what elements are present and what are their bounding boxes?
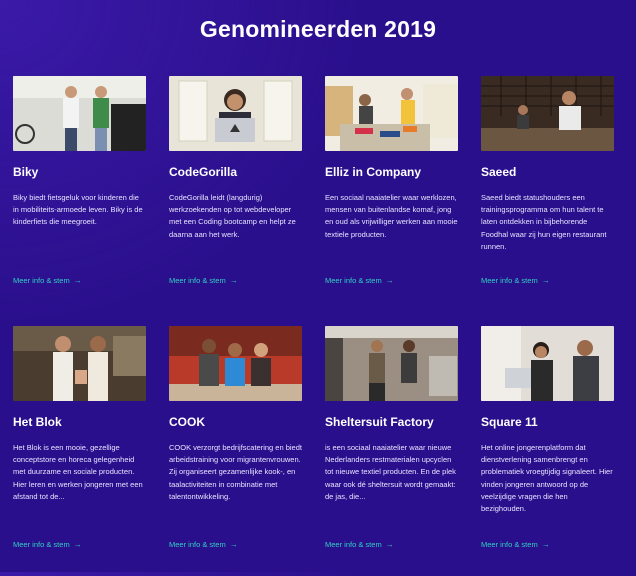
arrow-right-icon: → — [385, 276, 394, 285]
more-info-vote-link[interactable]: Meer info & stem → — [481, 540, 550, 549]
card-description: Het online jongerenplatform dat dienstve… — [481, 443, 613, 514]
more-info-vote-link[interactable]: Meer info & stem → — [169, 276, 238, 285]
nominee-card: COOK COOK verzorgt bedrijfscatering en b… — [169, 326, 302, 576]
card-title: Sheltersuit Factory — [325, 415, 434, 429]
card-title: Saeed — [481, 165, 517, 179]
arrow-right-icon: → — [385, 540, 394, 549]
link-label: Meer info & stem — [325, 276, 382, 285]
arrow-right-icon: → — [73, 276, 82, 285]
card-description: COOK verzorgt bedrijfscatering en biedt … — [169, 443, 302, 501]
more-info-vote-link[interactable]: Meer info & stem → — [325, 540, 394, 549]
link-label: Meer info & stem — [481, 540, 538, 549]
card-title: Het Blok — [13, 415, 62, 429]
more-info-vote-link[interactable]: Meer info & stem → — [481, 276, 550, 285]
link-label: Meer info & stem — [13, 540, 70, 549]
card-title: Elliz in Company — [325, 165, 422, 179]
card-photo[interactable] — [481, 326, 614, 401]
nominee-card: Saeed Saeed biedt statushouders een trai… — [481, 76, 614, 326]
card-title: CodeGorilla — [169, 165, 238, 179]
card-photo[interactable] — [13, 326, 146, 401]
card-description: Biky biedt fietsgeluk voor kinderen die … — [13, 193, 143, 227]
card-photo[interactable] — [481, 76, 614, 151]
nominee-card: Square 11 Het online jongerenplatform da… — [481, 326, 614, 576]
card-photo[interactable] — [169, 326, 302, 401]
nominee-card: Biky Biky biedt fietsgeluk voor kinderen… — [13, 76, 146, 326]
nominees-grid: Biky Biky biedt fietsgeluk voor kinderen… — [13, 76, 614, 576]
nominee-card: Het Blok Het Blok is een mooie, gezellig… — [13, 326, 146, 576]
nominee-card: CodeGorilla CodeGorilla leidt (langdurig… — [169, 76, 302, 326]
arrow-right-icon: → — [73, 540, 82, 549]
card-description: Een sociaal naaiatelier waar werklozen, … — [325, 193, 458, 239]
more-info-vote-link[interactable]: Meer info & stem → — [13, 276, 82, 285]
link-label: Meer info & stem — [481, 276, 538, 285]
card-description: Het Blok is een mooie, gezellige concept… — [13, 443, 143, 501]
card-photo[interactable] — [169, 76, 302, 151]
page-title: Genomineerden 2019 — [199, 16, 437, 42]
nominee-card: Sheltersuit Factory is een sociaal naaia… — [325, 326, 458, 576]
card-photo[interactable] — [325, 76, 458, 151]
link-label: Meer info & stem — [325, 540, 382, 549]
card-description: is een sociaal naaiatelier waar nieuwe N… — [325, 443, 456, 501]
card-title: Biky — [13, 165, 39, 179]
card-photo[interactable] — [325, 326, 458, 401]
arrow-right-icon: → — [541, 276, 550, 285]
more-info-vote-link[interactable]: Meer info & stem → — [13, 540, 82, 549]
arrow-right-icon: → — [541, 540, 550, 549]
arrow-right-icon: → — [229, 540, 238, 549]
more-info-vote-link[interactable]: Meer info & stem → — [325, 276, 394, 285]
card-photo[interactable] — [13, 76, 146, 151]
link-label: Meer info & stem — [13, 276, 70, 285]
card-title: Square 11 — [481, 415, 538, 429]
link-label: Meer info & stem — [169, 540, 226, 549]
card-description: CodeGorilla leidt (langdurig) werkzoeken… — [169, 193, 296, 239]
nominee-card: Elliz in Company Een sociaal naaiatelier… — [325, 76, 458, 326]
more-info-vote-link[interactable]: Meer info & stem → — [169, 540, 238, 549]
arrow-right-icon: → — [229, 276, 238, 285]
link-label: Meer info & stem — [169, 276, 226, 285]
card-description: Saeed biedt statushouders een trainingsp… — [481, 193, 607, 251]
card-title: COOK — [169, 415, 205, 429]
